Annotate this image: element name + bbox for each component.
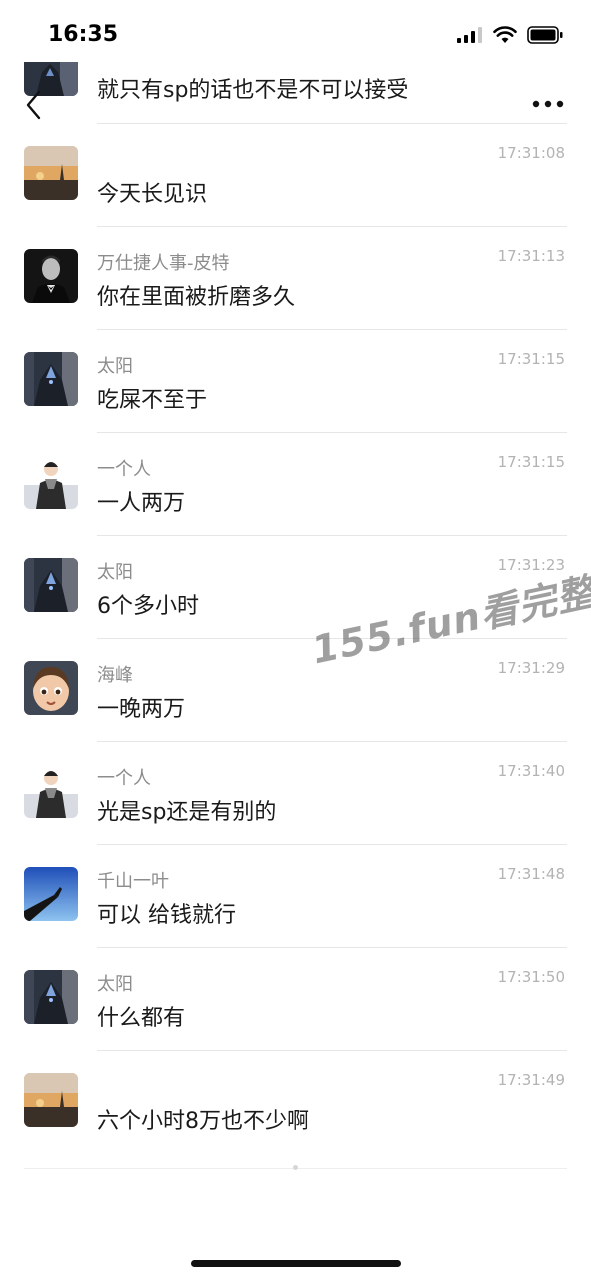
sender-name: 一个人 <box>97 459 151 480</box>
sky-hand-avatar[interactable] <box>24 867 78 921</box>
message-time: 17:31:29 <box>497 659 565 677</box>
sender-name: 海峰 <box>97 665 133 686</box>
message-text: 光是sp还是有别的 <box>97 800 277 825</box>
sender-name: 太阳 <box>97 562 133 583</box>
wifi-icon <box>493 26 517 44</box>
sunset-avatar[interactable] <box>24 146 78 200</box>
message-row[interactable]: 千山一叶 17:31:48 可以 给钱就行 <box>0 845 591 948</box>
message-time: 17:31:48 <box>497 865 565 883</box>
message-time: 17:31:08 <box>497 144 565 162</box>
more-button[interactable] <box>531 94 565 114</box>
cartoon-man-avatar[interactable] <box>24 455 78 509</box>
chat-screen: 16:35 就只有sp的话也不是不可以接受 17:31:08 今天长见识 万仕捷… <box>0 0 591 1280</box>
back-button[interactable] <box>22 88 48 122</box>
message-row[interactable]: 17:31:49 六个小时8万也不少啊 <box>0 1051 591 1171</box>
sender-name: 太阳 <box>97 974 133 995</box>
message-time: 17:31:49 <box>497 1071 565 1089</box>
more-dots-icon <box>532 100 564 108</box>
message-time: 17:31:15 <box>497 453 565 471</box>
message-list: 17:31:08 今天长见识 万仕捷人事-皮特 17:31:13 你在里面被折磨… <box>0 124 591 1171</box>
cellular-signal-icon <box>457 27 483 43</box>
status-icons <box>457 26 563 44</box>
sender-name: 太阳 <box>97 356 133 377</box>
hero-avatar[interactable] <box>24 970 78 1024</box>
message-time: 17:31:13 <box>497 247 565 265</box>
sender-name: 万仕捷人事-皮特 <box>97 253 230 274</box>
status-bar: 16:35 <box>0 0 591 70</box>
message-text: 六个小时8万也不少啊 <box>97 1109 309 1134</box>
man-tuxedo-avatar[interactable] <box>24 249 78 303</box>
message-text: 一人两万 <box>97 491 186 516</box>
message-row[interactable]: 海峰 17:31:29 一晚两万 <box>0 639 591 742</box>
message-time: 17:31:40 <box>497 762 565 780</box>
message-text: 什么都有 <box>97 1006 186 1031</box>
message-row[interactable]: 17:31:08 今天长见识 <box>0 124 591 227</box>
message-row-partial: 就只有sp的话也不是不可以接受 <box>0 62 591 124</box>
message-time: 17:31:50 <box>497 968 565 986</box>
message-text: 就只有sp的话也不是不可以接受 <box>97 78 409 103</box>
hero-avatar[interactable] <box>24 352 78 406</box>
message-row[interactable]: 一个人 17:31:15 一人两万 <box>0 433 591 536</box>
sender-name: 一个人 <box>97 768 151 789</box>
message-text: 可以 给钱就行 <box>97 903 236 928</box>
cartoon-girl-avatar[interactable] <box>24 661 78 715</box>
message-text: 一晚两万 <box>97 697 186 722</box>
message-text: 吃屎不至于 <box>97 388 208 413</box>
message-time: 17:31:15 <box>497 350 565 368</box>
status-time: 16:35 <box>48 22 119 47</box>
message-row[interactable]: 太阳 17:31:15 吃屎不至于 <box>0 330 591 433</box>
home-indicator[interactable] <box>191 1260 401 1267</box>
sunset-avatar[interactable] <box>24 1073 78 1127</box>
message-row[interactable]: 一个人 17:31:40 光是sp还是有别的 <box>0 742 591 845</box>
list-end-dot <box>293 1165 298 1170</box>
hero-avatar[interactable] <box>24 558 78 612</box>
message-text: 6个多小时 <box>97 594 199 619</box>
cartoon-man-avatar[interactable] <box>24 764 78 818</box>
battery-icon <box>527 26 563 44</box>
message-row[interactable]: 万仕捷人事-皮特 17:31:13 你在里面被折磨多久 <box>0 227 591 330</box>
sender-name: 千山一叶 <box>97 871 169 892</box>
chevron-left-icon <box>26 90 41 120</box>
message-text: 今天长见识 <box>97 182 208 207</box>
message-text: 你在里面被折磨多久 <box>97 285 296 310</box>
message-row[interactable]: 太阳 17:31:50 什么都有 <box>0 948 591 1051</box>
